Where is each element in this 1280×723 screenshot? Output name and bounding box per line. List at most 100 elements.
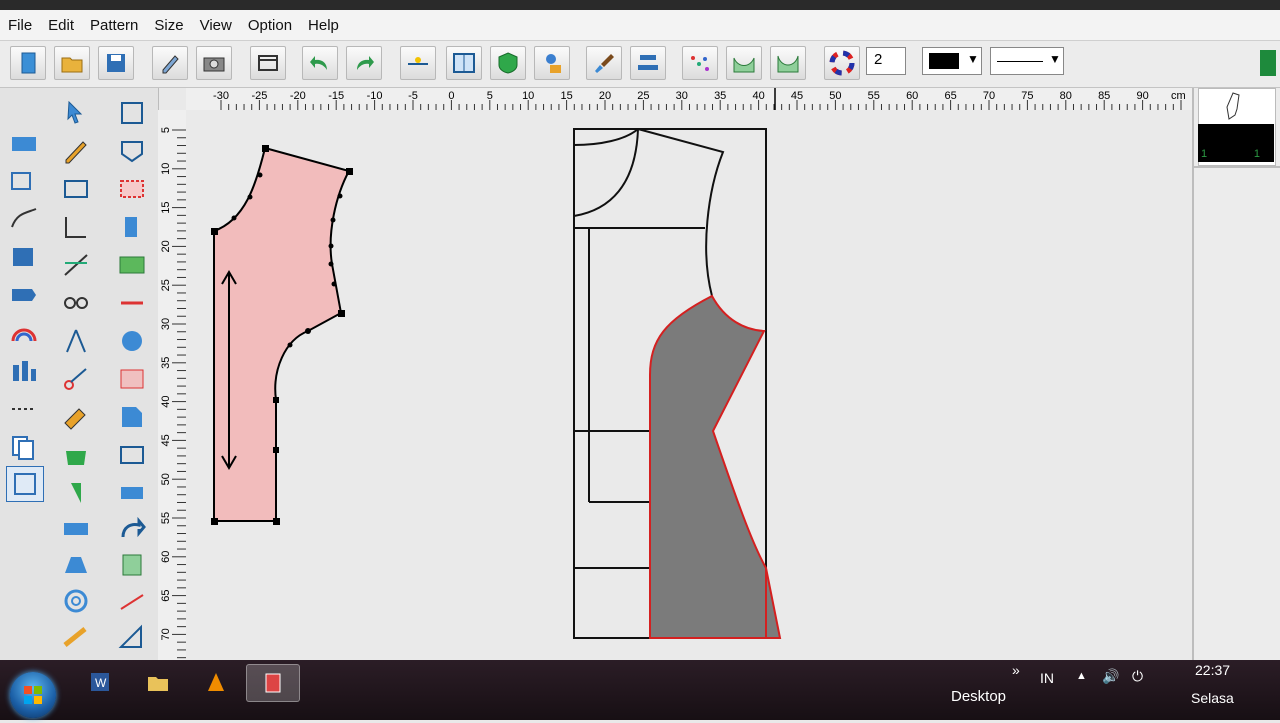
tool-pages[interactable] [6,430,42,464]
tool-plotter[interactable] [114,438,150,472]
taskbar-word[interactable]: W [74,664,126,700]
tool-compass[interactable] [58,324,94,358]
brush-button[interactable] [586,46,622,80]
volume-icon[interactable]: 🔊 [1102,668,1119,685]
button-icon [122,331,142,351]
redo-button[interactable] [346,46,382,80]
menu-view[interactable]: View [192,17,240,34]
show-more-icon[interactable]: » [1012,662,1020,678]
color-button[interactable] [824,46,860,80]
open-button[interactable] [54,46,90,80]
piece-button[interactable] [490,46,526,80]
start-button[interactable] [10,672,56,718]
fit-window-button[interactable] [446,46,482,80]
tool-piece[interactable] [114,210,150,244]
tool-frame-selected[interactable] [6,466,44,502]
tool-dimension[interactable] [114,286,150,320]
pattern-piece[interactable] [213,146,351,522]
tool-grid-shape[interactable] [114,362,150,396]
menu-edit[interactable]: Edit [40,17,82,34]
tool-ruler-edit[interactable] [114,476,150,510]
clock-day[interactable]: Selasa [1191,690,1234,706]
ruler-h-label: 85 [1098,90,1110,102]
tray-expand-icon[interactable]: ▲ [1076,670,1087,682]
menu-pattern[interactable]: Pattern [82,17,146,34]
taskbar-pattern-app[interactable] [246,664,300,702]
edit-button[interactable] [152,46,188,80]
drawing-canvas[interactable] [186,110,1192,660]
tool-point-select[interactable] [114,96,150,130]
horizontal-ruler: -30 -25 -20 -15 -10 -5 0 5 10 15 20 25 30 35 40 45 50 55 6… [186,88,1192,110]
user-lock-button[interactable] [534,46,570,80]
user-lock-icon [546,54,561,73]
line-width-input[interactable]: 2 [866,47,906,75]
tool-measure[interactable] [6,126,42,160]
ruler-v-label: 20 [160,240,172,252]
scatter-button[interactable] [682,46,718,80]
network-icon[interactable]: ⏻ [1132,668,1143,685]
line-style-select[interactable]: ▼ [990,47,1064,75]
align-button[interactable] [630,46,666,80]
table-button[interactable] [250,46,286,80]
spiral-icon [64,589,88,613]
tool-rainbow[interactable] [6,316,42,350]
camera-button[interactable] [196,46,232,80]
tool-intersect[interactable] [58,248,94,282]
save-button[interactable] [98,46,134,80]
tool-slope[interactable] [114,584,150,618]
tool-dart[interactable] [58,476,94,510]
grade-button[interactable] [400,46,436,80]
tool-glasses[interactable] [58,286,94,320]
tool-pencil[interactable] [58,134,94,168]
clock-time[interactable]: 22:37 [1195,662,1230,678]
tool-block[interactable] [6,240,42,274]
tool-trace[interactable] [114,172,150,206]
ruler-v-label: 65 [160,589,172,601]
curve-tool-button[interactable] [726,46,762,80]
tool-rotate[interactable] [114,512,150,546]
tool-mirror[interactable] [114,400,150,434]
green-panel-icon[interactable] [1260,50,1276,76]
steps-icon [13,361,36,381]
tool-eraser[interactable] [58,400,94,434]
desktop-label[interactable]: Desktop [951,688,1006,705]
tool-fabric[interactable] [58,512,94,546]
ruler-v-label: 5 [160,127,172,133]
ruler-v-label: 70 [160,628,172,640]
color-select[interactable]: ▼ [922,47,982,75]
bodice-icon [122,554,142,576]
rotate-icon [121,516,146,538]
menu-size[interactable]: Size [146,17,191,34]
tool-rectangle[interactable] [58,172,94,206]
tool-pattern-edge[interactable] [114,620,150,654]
tool-tape[interactable] [58,620,94,654]
tool-scissors[interactable] [58,362,94,396]
tool-map[interactable] [114,248,150,282]
tool-dotted-line[interactable] [6,392,42,426]
tool-skirt[interactable] [58,548,94,582]
tool-bag[interactable] [58,438,94,472]
tool-bodice[interactable] [114,548,150,582]
tool-angle[interactable] [58,210,94,244]
tool-button[interactable] [114,324,150,358]
taskbar-explorer[interactable] [132,664,184,700]
curve-fill-button[interactable] [770,46,806,80]
taskbar-vlc[interactable] [190,664,242,700]
tool-spiral[interactable] [58,584,94,618]
tool-piece-copy[interactable] [6,164,42,198]
table-frame-icon [258,55,278,71]
dotted-line-icon [12,408,36,410]
tool-select[interactable] [58,96,94,130]
tool-fold[interactable] [6,278,42,312]
selected-panel[interactable] [649,294,782,639]
menu-file[interactable]: File [0,17,40,34]
undo-button[interactable] [302,46,338,80]
trace-icon [120,180,144,198]
tool-curve[interactable] [6,202,42,236]
tool-steps[interactable] [6,354,42,388]
menu-option[interactable]: Option [240,17,300,34]
language-indicator[interactable]: IN [1040,670,1054,686]
new-file-button[interactable] [10,46,46,80]
menu-help[interactable]: Help [300,17,347,34]
tool-pocket[interactable] [114,134,150,168]
